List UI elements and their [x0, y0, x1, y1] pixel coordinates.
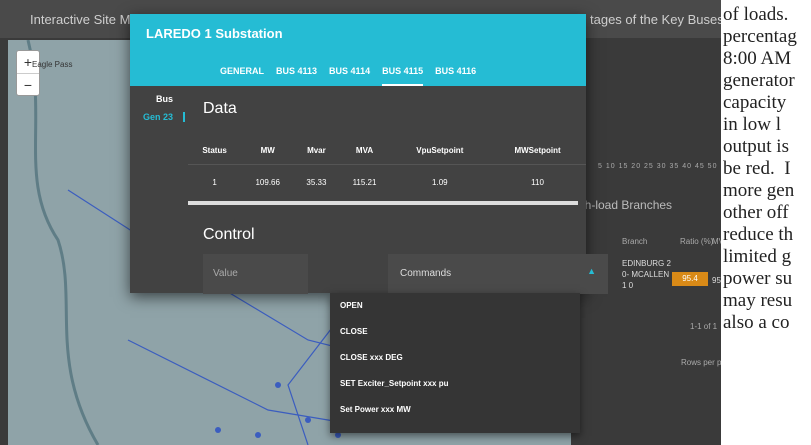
menu-item-close-deg[interactable]: CLOSE xxx DEG — [330, 345, 580, 371]
menu-item-close[interactable]: CLOSE — [330, 319, 580, 345]
map-zoom-control: + − — [16, 50, 40, 96]
highload-title: gh-load Branches — [578, 198, 673, 212]
tab-bus-4116[interactable]: BUS 4116 — [435, 66, 476, 86]
voltages-title: tages of the Key Buses — [590, 12, 724, 27]
tab-general[interactable]: GENERAL — [220, 66, 264, 86]
pagination: 1-1 of 1 — [690, 322, 718, 331]
map-title: Interactive Site Ma — [30, 12, 138, 27]
side-item-gen-23[interactable]: Gen 23 — [130, 112, 185, 122]
dialog-header: LAREDO 1 Substation GENERAL BUS 4113 BUS… — [130, 14, 586, 86]
col-status: Status — [202, 145, 227, 155]
col-mw: MW — [260, 145, 275, 155]
cell-mw: 109.66 — [241, 164, 295, 199]
caret-up-icon: ▲ — [587, 266, 596, 276]
table-scrollbar[interactable] — [188, 201, 578, 205]
table-header-row: Status MW Mvar MVA VpuSetpoint MWSetpoin… — [188, 136, 586, 165]
cell-mvar: 35.33 — [294, 164, 339, 199]
bus-tabs: GENERAL BUS 4113 BUS 4114 BUS 4115 BUS 4… — [220, 66, 476, 86]
cell-status: 1 — [188, 164, 242, 199]
commands-label: Commands — [400, 268, 452, 279]
menu-item-open[interactable]: OPEN — [330, 293, 580, 319]
branch-name: EDINBURG 2 0- MCALLEN 1 0 — [622, 259, 671, 290]
col-mw-setpoint: MWSetpoint — [514, 145, 561, 155]
commands-menu: OPEN CLOSE CLOSE xxx DEG SET Exciter_Set… — [330, 293, 580, 433]
cell-vpu-setpoint: 1.09 — [390, 164, 490, 199]
tab-bus-4114[interactable]: BUS 4114 — [329, 66, 370, 86]
commands-select[interactable]: Commands ▲ — [388, 254, 608, 294]
cell-mva: 115.21 — [338, 164, 391, 199]
map-place-label: Eagle Pass — [32, 60, 73, 69]
generator-data-table: Status MW Mvar MVA VpuSetpoint MWSetpoin… — [188, 136, 586, 199]
col-mva: MVA — [355, 145, 374, 155]
dialog-content: Data Status MW Mvar MVA VpuSetpoint MWSe… — [188, 86, 608, 294]
zoom-out-button[interactable]: − — [17, 74, 39, 96]
chart-axis-ticks: 5 10 15 20 25 30 35 40 45 50 — [598, 163, 718, 170]
tab-bus-4115[interactable]: BUS 4115 — [382, 66, 424, 86]
side-item-bus[interactable]: Bus — [130, 94, 185, 104]
col-branch: Branch — [622, 237, 648, 246]
menu-item-set-exciter[interactable]: SET Exciter_Setpoint xxx pu — [330, 371, 580, 397]
cell-mw-setpoint: 110 — [489, 164, 586, 199]
col-mvar: Mvar — [307, 145, 326, 155]
side-nav: Bus Gen 23 — [130, 86, 185, 293]
table-row: 1 109.66 35.33 115.21 1.09 110 — [188, 164, 586, 199]
document-text: of loads. percentag 8:00 AM generator ca… — [721, 0, 811, 445]
dialog-title: LAREDO 1 Substation — [146, 26, 283, 41]
control-section-title: Control — [203, 226, 255, 243]
menu-item-set-power[interactable]: Set Power xxx MW — [330, 397, 580, 423]
substation-dialog: LAREDO 1 Substation GENERAL BUS 4113 BUS… — [130, 14, 608, 294]
col-ratio: Ratio (%) — [680, 237, 714, 246]
value-input[interactable]: Value — [203, 254, 308, 294]
tab-bus-4113[interactable]: BUS 4113 — [276, 66, 317, 86]
data-section-title: Data — [203, 100, 237, 117]
col-vpu-setpoint: VpuSetpoint — [416, 145, 464, 155]
ratio-badge: 95.4 — [672, 272, 708, 286]
